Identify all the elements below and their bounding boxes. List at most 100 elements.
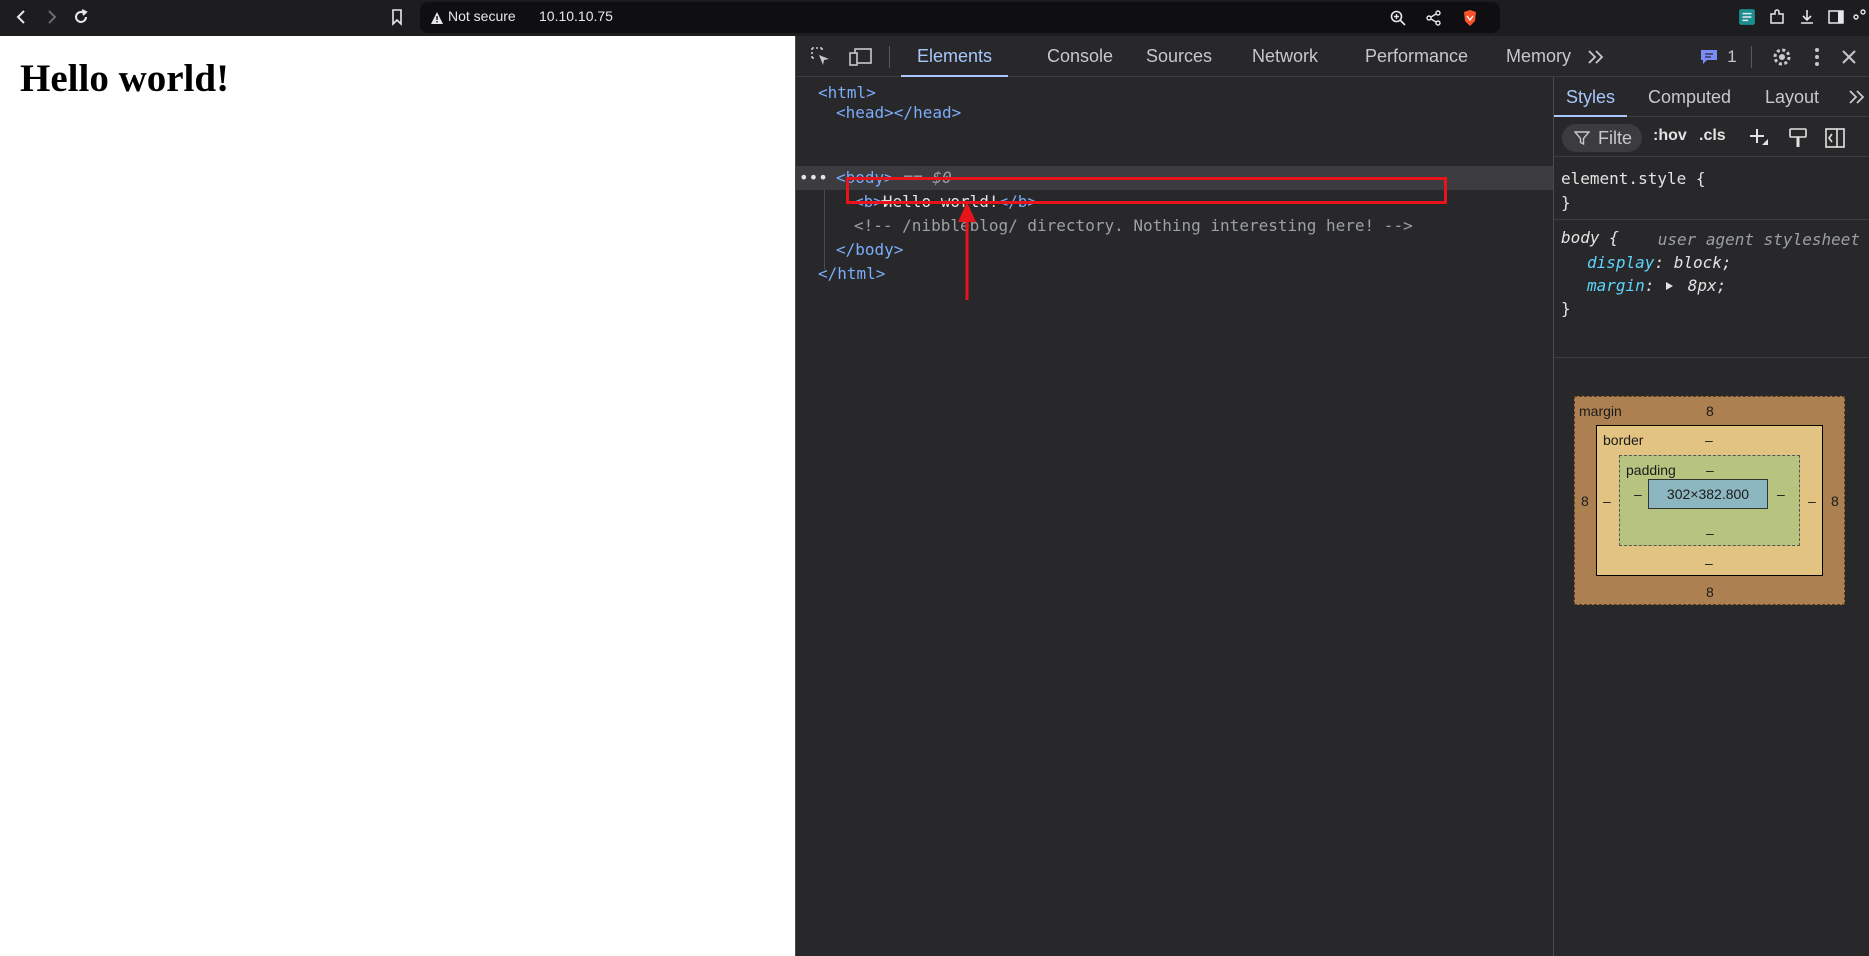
border-top-value[interactable]: – (1705, 432, 1713, 448)
close-brace: } (1561, 193, 1571, 212)
share-overflow-icon[interactable] (1850, 3, 1869, 31)
tab-layout[interactable]: Layout (1753, 77, 1831, 117)
tabbar-separator (889, 46, 890, 68)
margin-top-value[interactable]: 8 (1706, 403, 1714, 419)
extension-icon[interactable] (1733, 3, 1761, 31)
element-style-close: } (1561, 193, 1571, 212)
bookmark-icon (392, 9, 402, 26)
body-selector: body { (1561, 228, 1619, 247)
toggle-sidebar-icon[interactable] (1822, 125, 1848, 151)
settings-gear-icon[interactable] (1769, 44, 1795, 70)
device-toolbar-icon[interactable] (848, 44, 874, 70)
cls-button[interactable]: .cls (1699, 127, 1726, 145)
body-close-tag: </body> (836, 240, 904, 259)
padding-bottom-value[interactable]: – (1706, 525, 1714, 541)
page-heading: Hello world! (20, 57, 230, 100)
styles-tabbar: Styles Computed Layout (1554, 77, 1869, 117)
page-viewport: Hello world! (0, 36, 795, 956)
padding-top-value[interactable]: – (1706, 462, 1714, 478)
sidebar-toggle-icon[interactable] (1822, 3, 1850, 31)
box-model-margin[interactable]: margin 8 8 8 8 border – – – – padding – … (1574, 396, 1845, 605)
margin-label: margin (1579, 403, 1622, 419)
more-tabs-icon[interactable] (1583, 44, 1609, 70)
tab-performance[interactable]: Performance (1349, 36, 1484, 77)
warning-icon (430, 10, 444, 29)
url-text[interactable]: 10.10.10.75 (539, 8, 613, 24)
more-options-icon[interactable] (1804, 44, 1830, 70)
tab-console[interactable]: Console (1031, 36, 1129, 77)
rule-divider (1554, 357, 1869, 358)
rule-divider (1554, 219, 1869, 220)
message-icon (1701, 50, 1718, 64)
annotation-arrow-icon (958, 202, 976, 300)
user-agent-label: user agent stylesheet (1657, 230, 1860, 249)
filter-input[interactable]: Filte (1562, 124, 1642, 152)
head-tag: <head></head> (836, 103, 962, 122)
hov-button[interactable]: :hov (1653, 127, 1687, 145)
body-rule-selector[interactable]: body { (1561, 228, 1619, 247)
box-model-padding[interactable]: padding – – – – 302×382.800 (1619, 455, 1800, 546)
security-status[interactable]: Not secure (448, 8, 516, 24)
download-icon[interactable] (1793, 3, 1821, 31)
display-property: display (1587, 253, 1655, 272)
margin-right-value[interactable]: 8 (1831, 493, 1839, 509)
dom-node-comment[interactable]: <!-- /nibbleblog/ directory. Nothing int… (854, 214, 1413, 238)
bookmark-button[interactable] (383, 3, 411, 31)
issues-count: 1 (1727, 47, 1737, 66)
chevron-left-icon (16, 10, 25, 24)
padding-right-value[interactable]: – (1777, 486, 1785, 502)
padding-label: padding (1626, 462, 1676, 478)
chevron-right-icon (48, 10, 57, 24)
brave-shields-icon[interactable] (1460, 8, 1480, 28)
expand-triangle-icon[interactable] (1664, 276, 1678, 295)
dom-node-body-close[interactable]: </body> (836, 238, 903, 262)
reload-icon (75, 9, 88, 23)
element-style-selector: element.style { (1561, 169, 1706, 188)
tab-network[interactable]: Network (1236, 36, 1334, 77)
forward-button[interactable] (37, 3, 65, 31)
border-left-value[interactable]: – (1603, 493, 1611, 509)
zoom-icon[interactable] (1388, 8, 1408, 28)
html-open-tag: <html> (818, 83, 876, 102)
html-comment: <!-- /nibbleblog/ directory. Nothing int… (854, 216, 1413, 235)
filter-icon (1574, 131, 1590, 146)
new-style-rule-icon[interactable] (1746, 125, 1772, 151)
address-bar[interactable]: Not secure 10.10.10.75 (420, 2, 1500, 33)
tab-computed[interactable]: Computed (1636, 77, 1743, 117)
close-brace: } (1561, 299, 1571, 318)
close-icon[interactable] (1836, 44, 1862, 70)
element-style-rule[interactable]: element.style { (1561, 169, 1706, 188)
tab-memory[interactable]: Memory (1490, 36, 1587, 77)
margin-value: 8px; (1687, 276, 1727, 295)
html-close-tag: </html> (818, 264, 886, 283)
border-right-value[interactable]: – (1808, 493, 1816, 509)
styles-pane: Styles Computed Layout Filte :hov .cls e… (1553, 77, 1869, 956)
margin-bottom-value[interactable]: 8 (1706, 584, 1714, 600)
display-declaration[interactable]: display: block; (1587, 253, 1732, 272)
body-rule-close: } (1561, 299, 1571, 318)
more-tabs-icon[interactable] (1845, 84, 1869, 110)
box-model-content[interactable]: 302×382.800 (1648, 479, 1768, 509)
dom-node-html-close[interactable]: </html> (818, 262, 885, 286)
tab-styles[interactable]: Styles (1554, 77, 1628, 117)
styles-filterbar: Filte :hov .cls (1554, 117, 1869, 157)
tab-sources[interactable]: Sources (1130, 36, 1228, 77)
border-bottom-value[interactable]: – (1705, 555, 1713, 571)
padding-left-value[interactable]: – (1634, 486, 1642, 502)
tab-elements[interactable]: Elements (901, 36, 1009, 77)
dom-node-head[interactable]: <head></head> (836, 101, 961, 125)
inspect-element-icon[interactable] (808, 44, 834, 70)
back-button[interactable] (8, 3, 36, 31)
share-icon[interactable] (1424, 8, 1444, 28)
box-model-border[interactable]: border – – – – padding – – – – 302×382.8… (1596, 425, 1823, 576)
extensions-puzzle-icon[interactable] (1763, 3, 1791, 31)
devtools-panel: Elements Console Sources Network Perform… (795, 36, 1869, 956)
reload-button[interactable] (67, 3, 95, 31)
margin-left-value[interactable]: 8 (1581, 493, 1589, 509)
display-value: block; (1673, 253, 1732, 272)
browser-toolbar: Not secure 10.10.10.75 (0, 0, 1869, 36)
issues-button[interactable]: 1 (1693, 44, 1743, 70)
margin-declaration[interactable]: margin: 8px; (1587, 276, 1726, 295)
annotation-highlight-box (846, 177, 1447, 204)
paint-brush-icon[interactable] (1785, 125, 1811, 151)
